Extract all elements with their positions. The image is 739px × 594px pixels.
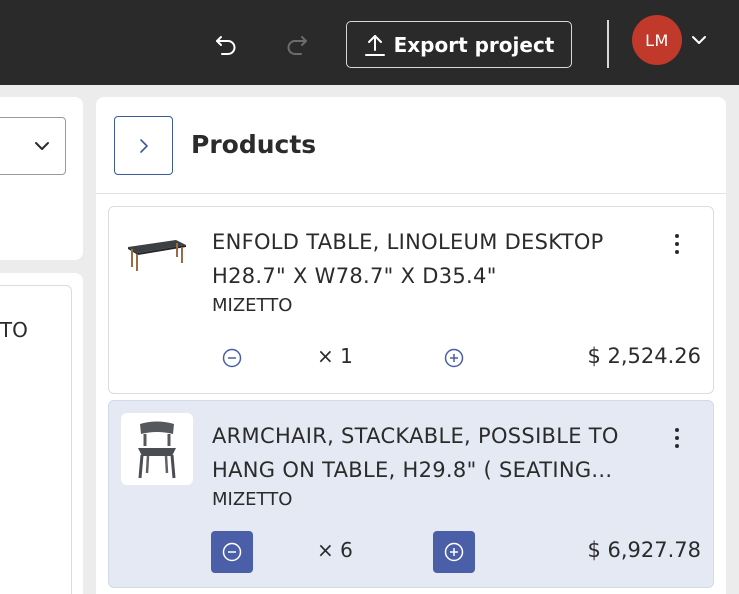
panel-divider (96, 193, 726, 194)
product-menu-button[interactable] (665, 423, 689, 453)
product-card[interactable]: ENFOLD TABLE, LINOLEUM DESKTOP H28.7" X … (108, 206, 714, 394)
minus-circle-icon (222, 542, 242, 562)
minus-circle-icon (222, 348, 242, 368)
increase-quantity-button[interactable] (433, 337, 475, 379)
product-brand: MIZETTO (212, 295, 293, 316)
product-price: $ 2,524.26 (587, 344, 701, 368)
product-thumbnail (121, 219, 193, 291)
redo-icon (287, 36, 307, 55)
plus-circle-icon (444, 542, 464, 562)
chevron-down-icon (35, 142, 49, 150)
quantity-value: × 1 (317, 344, 353, 368)
product-card[interactable]: ARMCHAIR, STACKABLE, POSSIBLE TO HANG ON… (108, 400, 714, 588)
upload-icon (364, 34, 385, 56)
export-project-button[interactable]: Export project (346, 21, 572, 68)
quantity-value: × 6 (317, 538, 353, 562)
undo-icon (216, 36, 236, 55)
product-thumbnail (121, 413, 193, 485)
chevron-right-icon (139, 138, 148, 153)
left-item-text: TTO (0, 318, 28, 342)
chevron-down-icon (692, 36, 706, 44)
decrease-quantity-button[interactable] (211, 531, 253, 573)
avatar[interactable]: LM (632, 15, 682, 65)
products-title: Products (191, 130, 317, 159)
armchair-image (138, 421, 176, 479)
collapse-panel-button[interactable] (114, 116, 173, 175)
more-vertical-icon (675, 428, 679, 448)
product-name: ARMCHAIR, STACKABLE, POSSIBLE TO HANG ON… (212, 424, 619, 482)
product-price: $ 6,927.78 (587, 538, 701, 562)
account-menu-toggle[interactable] (689, 30, 709, 50)
product-brand: MIZETTO (212, 489, 293, 510)
left-select-toggle[interactable] (33, 137, 51, 155)
top-bar: Export project LM (0, 0, 739, 85)
decrease-quantity-button[interactable] (211, 337, 253, 379)
product-menu-button[interactable] (665, 229, 689, 259)
undo-button[interactable] (207, 26, 245, 64)
more-vertical-icon (675, 234, 679, 254)
redo-button[interactable] (278, 26, 316, 64)
header-divider (607, 20, 609, 68)
table-image (128, 240, 186, 271)
plus-circle-icon (444, 348, 464, 368)
export-project-label: Export project (393, 32, 555, 57)
increase-quantity-button[interactable] (433, 531, 475, 573)
product-name: ENFOLD TABLE, LINOLEUM DESKTOP H28.7" X … (212, 230, 604, 288)
